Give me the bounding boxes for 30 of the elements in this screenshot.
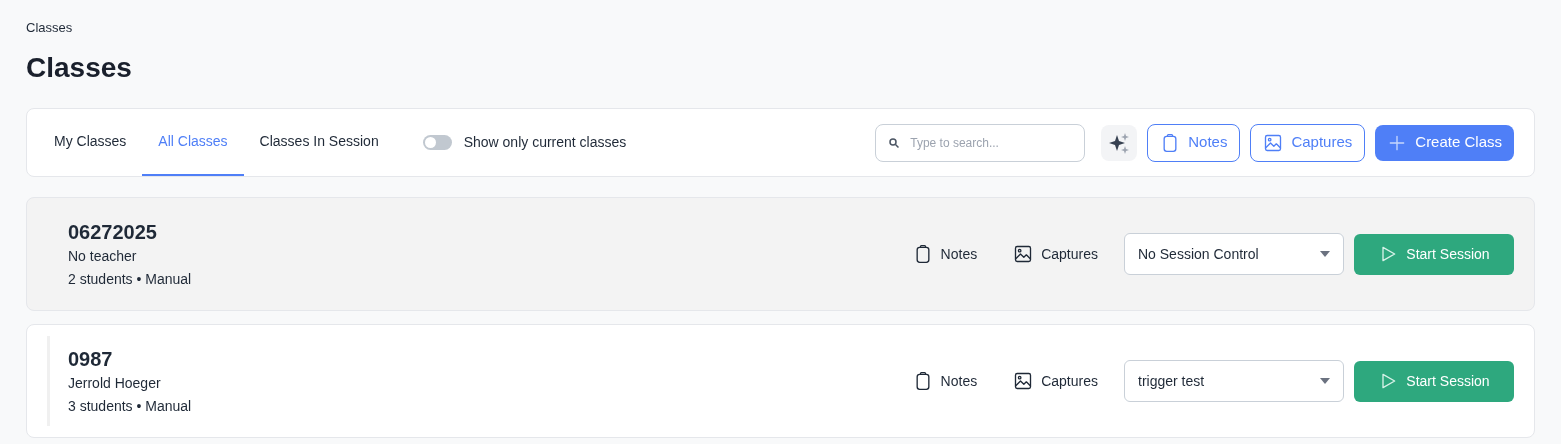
- create-class-button[interactable]: Create Class: [1375, 124, 1514, 161]
- tab[interactable]: All Classes: [142, 109, 244, 176]
- notes-link[interactable]: Notes: [912, 243, 978, 265]
- image-icon: [1263, 132, 1284, 153]
- teacher-name: No teacher: [68, 246, 137, 266]
- class-meta: 3 students • Manual: [68, 396, 192, 416]
- image-icon: [1013, 371, 1034, 391]
- captures-link[interactable]: Captures: [1013, 370, 1098, 392]
- ai-button[interactable]: [1101, 124, 1138, 161]
- tab[interactable]: My Classes: [38, 109, 143, 176]
- notes-link[interactable]: Notes: [912, 370, 978, 392]
- toggle-switch[interactable]: [422, 135, 452, 150]
- class-meta: 2 students • Manual: [68, 269, 192, 289]
- class-name[interactable]: 0987: [68, 346, 113, 371]
- captures-link[interactable]: Captures: [1013, 243, 1098, 265]
- tab[interactable]: Classes In Session: [243, 109, 395, 176]
- notes-button[interactable]: Notes: [1147, 123, 1241, 162]
- caret-icon: [1320, 378, 1330, 384]
- page-title: Classes: [26, 52, 132, 84]
- session-control-select[interactable]: No Session Control: [1124, 233, 1344, 275]
- toggle-label: Show only current classes: [463, 133, 627, 152]
- search-icon: [888, 136, 901, 149]
- breadcrumb[interactable]: Classes: [26, 20, 73, 36]
- caret-icon: [1320, 251, 1330, 257]
- class-name[interactable]: 06272025: [68, 219, 157, 244]
- search-field[interactable]: Type to search...: [875, 123, 1086, 162]
- session-control-select[interactable]: trigger test: [1124, 360, 1344, 402]
- image-icon: [1013, 244, 1034, 264]
- teacher-name: Jerrold Hoeger: [68, 373, 161, 393]
- captures-button[interactable]: Captures: [1250, 123, 1366, 162]
